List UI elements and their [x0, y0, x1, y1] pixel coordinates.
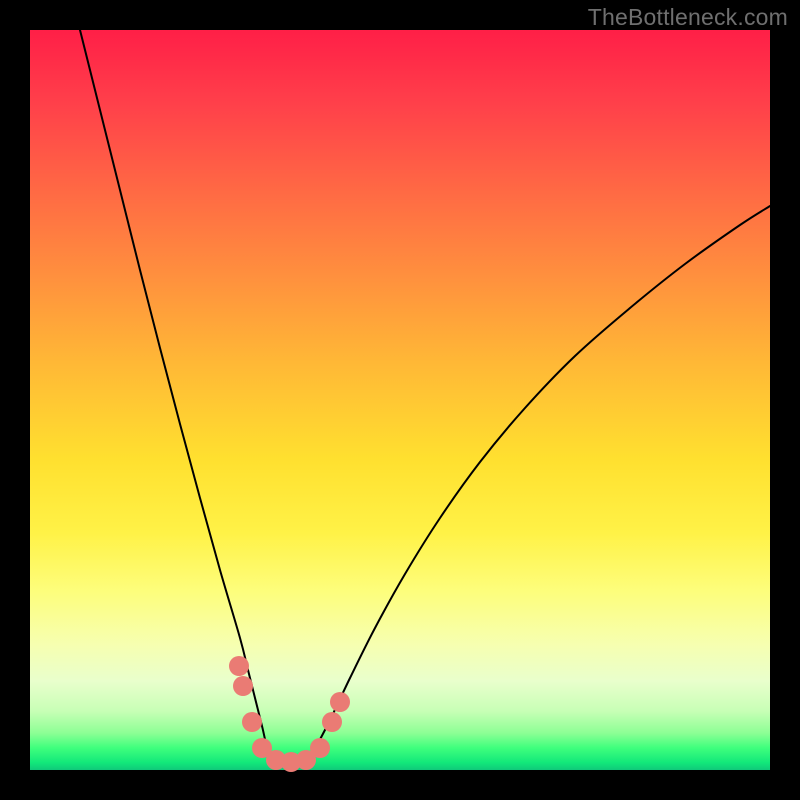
optimum-marker — [310, 738, 330, 758]
optimum-marker — [242, 712, 262, 732]
plot-area — [30, 30, 770, 770]
optimum-marker — [233, 676, 253, 696]
chart-svg — [30, 30, 770, 770]
curve-group — [80, 30, 770, 763]
optimum-marker — [330, 692, 350, 712]
chart-frame: TheBottleneck.com — [0, 0, 800, 800]
bottleneck-curve — [80, 30, 770, 763]
watermark-text: TheBottleneck.com — [588, 4, 788, 31]
optimum-marker — [229, 656, 249, 676]
optimum-marker — [322, 712, 342, 732]
marker-group — [229, 656, 350, 772]
